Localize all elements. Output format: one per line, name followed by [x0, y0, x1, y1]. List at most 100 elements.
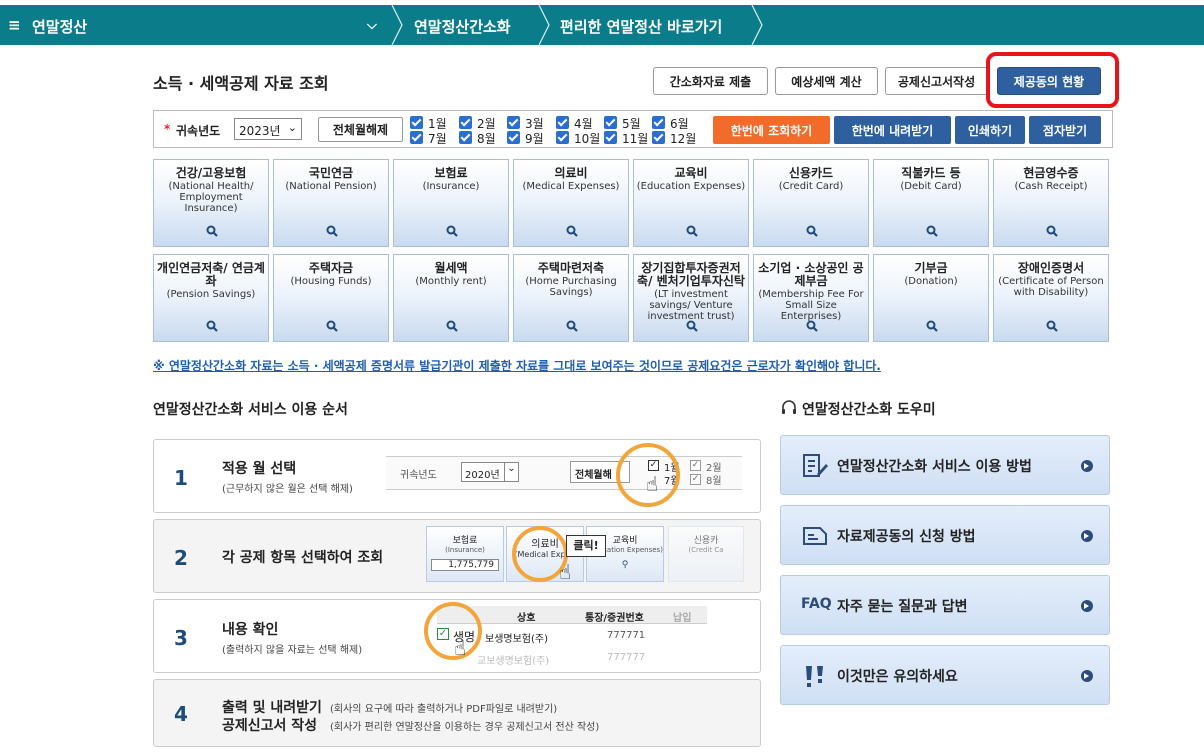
helper-section-title: 연말정산간소화 도우미	[802, 402, 936, 418]
deduction-tile[interactable]: 개인연금저축/ 연금계좌 (Pension Savings)	[153, 254, 269, 342]
deduction-tile[interactable]: 직불카드 등 (Debit Card)	[873, 159, 989, 247]
chevron-down-icon[interactable]: ⌵	[367, 18, 377, 33]
notice-text: ※ 연말정산간소화 자료는 소득 · 세액공제 증명서류 발급기관이 제출한 자…	[153, 359, 881, 373]
breadcrumb-simplified[interactable]: 연말정산간소화	[414, 16, 511, 37]
tile-subtitle: (National Health/ Employment Insurance)	[168, 181, 254, 214]
helper-caution[interactable]: 이것만은 유의하세요	[780, 645, 1110, 705]
step-title: 내용 확인	[222, 622, 279, 638]
menu-icon[interactable]: ≡	[8, 16, 21, 34]
deduction-tile[interactable]: 주택마련저축 (Home Purchasing Savings)	[513, 254, 629, 342]
month-9-checkbox[interactable]	[507, 131, 520, 144]
deduction-tile[interactable]: 소기업 · 소상공인 공제부금 (Membership Fee For Small…	[753, 254, 869, 342]
simple-submit-button[interactable]: 간소화자료 제출	[653, 67, 768, 95]
tile-title: 기부금	[914, 261, 948, 275]
illustration-amount: 1,775,779	[431, 559, 499, 571]
deduction-tile[interactable]: 건강/고용보험 (National Health/ Employment Insu…	[153, 159, 269, 247]
top-nav-bar: ≡ 연말정산 ⌵ 연말정산간소화 편리한 연말정산 바로가기	[0, 5, 1204, 45]
arrow-right-icon	[1081, 460, 1093, 472]
year-select[interactable]: 2023년 ⌄	[234, 118, 302, 140]
month-12-label: 12월	[670, 132, 697, 146]
tile-subtitle: (National Pension)	[285, 181, 377, 192]
tile-title: 주택마련저축	[537, 261, 605, 275]
download-all-button[interactable]: 한번에 내려받기	[834, 116, 951, 144]
month-3-checkbox[interactable]	[507, 116, 520, 129]
month-12-checkbox[interactable]	[652, 131, 665, 144]
tile-title: 직불카드 등	[901, 166, 961, 180]
search-icon	[326, 320, 338, 332]
tile-subtitle: (Donation)	[904, 276, 958, 287]
deduction-form-button[interactable]: 공제신고서작성	[885, 67, 988, 95]
year-select-value: 2023년	[239, 124, 281, 138]
estimate-tax-button[interactable]: 예상세액 계산	[775, 67, 878, 95]
search-icon	[446, 225, 458, 237]
tile-subtitle: (Education Expenses)	[636, 181, 746, 192]
deduction-tile[interactable]: 교육비 (Education Expenses)	[633, 159, 749, 247]
month-8-label: 8월	[477, 132, 496, 146]
breadcrumb-shortcut[interactable]: 편리한 연말정산 바로가기	[560, 16, 722, 37]
arrow-right-icon	[1081, 670, 1093, 682]
warning-icon	[806, 666, 823, 687]
search-icon	[926, 225, 938, 237]
step-4-card: 4 출력 및 내려받기 (회사의 요구에 따라 출력하거나 PDF파일로 내려받…	[153, 679, 761, 747]
tile-subtitle: (Housing Funds)	[290, 276, 372, 287]
deduction-tile[interactable]: 신용카드 (Credit Card)	[753, 159, 869, 247]
search-icon	[446, 320, 458, 332]
month-11-checkbox[interactable]	[604, 131, 617, 144]
deduction-tile[interactable]: 의료비 (Medical Expenses)	[513, 159, 629, 247]
tile-subtitle: (Pension Savings)	[166, 289, 256, 300]
month-1-checkbox[interactable]	[410, 116, 423, 129]
month-4-checkbox[interactable]	[556, 116, 569, 129]
illustration-month: 8월	[706, 476, 722, 487]
month-2-checkbox[interactable]	[459, 116, 472, 129]
deduction-tile[interactable]: 현금영수증 (Cash Receipt)	[993, 159, 1109, 247]
arrow-right-icon	[1081, 530, 1093, 542]
illustration-tile-sublabel: (Insurance)	[445, 546, 485, 554]
tile-subtitle: (Home Purchasing Savings)	[525, 276, 617, 298]
month-7-checkbox[interactable]	[410, 131, 423, 144]
search-icon	[566, 225, 578, 237]
month-10-label: 10월	[574, 132, 601, 146]
month-9-label: 9월	[525, 132, 544, 146]
lookup-all-button[interactable]: 한번에 조회하기	[713, 116, 830, 144]
tile-title: 국민연금	[308, 166, 354, 180]
steps-section-title: 연말정산간소화 서비스 이용 순서	[153, 402, 348, 418]
illustration-col-header: 통장/증권번호	[585, 613, 644, 624]
illustration-company: 교보생명보험(주)	[477, 656, 550, 666]
deduction-tile[interactable]: 주택자금 (Housing Funds)	[273, 254, 389, 342]
toggle-all-months-button[interactable]: 전체월해제	[318, 117, 403, 142]
helper-faq[interactable]: FAQ 자주 묻는 질문과 답변	[780, 575, 1110, 635]
step-number: 3	[174, 626, 188, 650]
step-title: 적용 월 선택	[222, 461, 297, 477]
menu-title[interactable]: 연말정산	[32, 16, 87, 37]
deduction-tile[interactable]: 기부금 (Donation)	[873, 254, 989, 342]
helper-usage-guide[interactable]: 연말정산간소화 서비스 이용 방법	[780, 435, 1110, 495]
deduction-tile[interactable]: 국민연금 (National Pension)	[273, 159, 389, 247]
month-5-checkbox[interactable]	[604, 116, 617, 129]
helper-item-label: 자료제공동의 신청 방법	[837, 529, 976, 545]
tile-title: 월세액	[434, 261, 468, 275]
step-1-card: 1 적용 월 선택 (근무하지 않은 월은 선택 해제) 귀속년도 2020년 ⌄…	[153, 439, 761, 513]
deduction-tile[interactable]: 장애인증명서 (Certificate of Person with Disabi…	[993, 254, 1109, 342]
deduction-tile[interactable]: 보험료 (Insurance)	[393, 159, 509, 247]
step-number: 4	[174, 702, 188, 726]
faq-icon: FAQ	[801, 596, 832, 612]
month-8-checkbox[interactable]	[459, 131, 472, 144]
braille-button[interactable]: 점자받기	[1029, 116, 1101, 144]
year-label: 귀속년도	[176, 124, 221, 138]
checkbox-icon: ✓	[690, 474, 701, 485]
search-icon	[326, 225, 338, 237]
step-title: 출력 및 내려받기	[222, 700, 322, 716]
illustration-number: 777771	[607, 630, 646, 641]
pointer-hand-icon: ☝	[559, 560, 572, 584]
deduction-tile[interactable]: 장기집합투자증권저축/ 벤처기업투자신탁 (LT investment savin…	[633, 254, 749, 342]
search-icon	[806, 320, 818, 332]
helper-item-label: 자주 묻는 질문과 답변	[837, 599, 968, 615]
deduction-tile[interactable]: 월세액 (Monthly rent)	[393, 254, 509, 342]
month-6-checkbox[interactable]	[652, 116, 665, 129]
step-title: 각 공제 항목 선택하여 조회	[222, 550, 384, 566]
helper-consent-guide[interactable]: 자료제공동의 신청 방법	[780, 505, 1110, 565]
search-icon	[926, 320, 938, 332]
print-button[interactable]: 인쇄하기	[955, 116, 1025, 144]
search-icon: ⚲	[621, 560, 629, 570]
month-10-checkbox[interactable]	[556, 131, 569, 144]
